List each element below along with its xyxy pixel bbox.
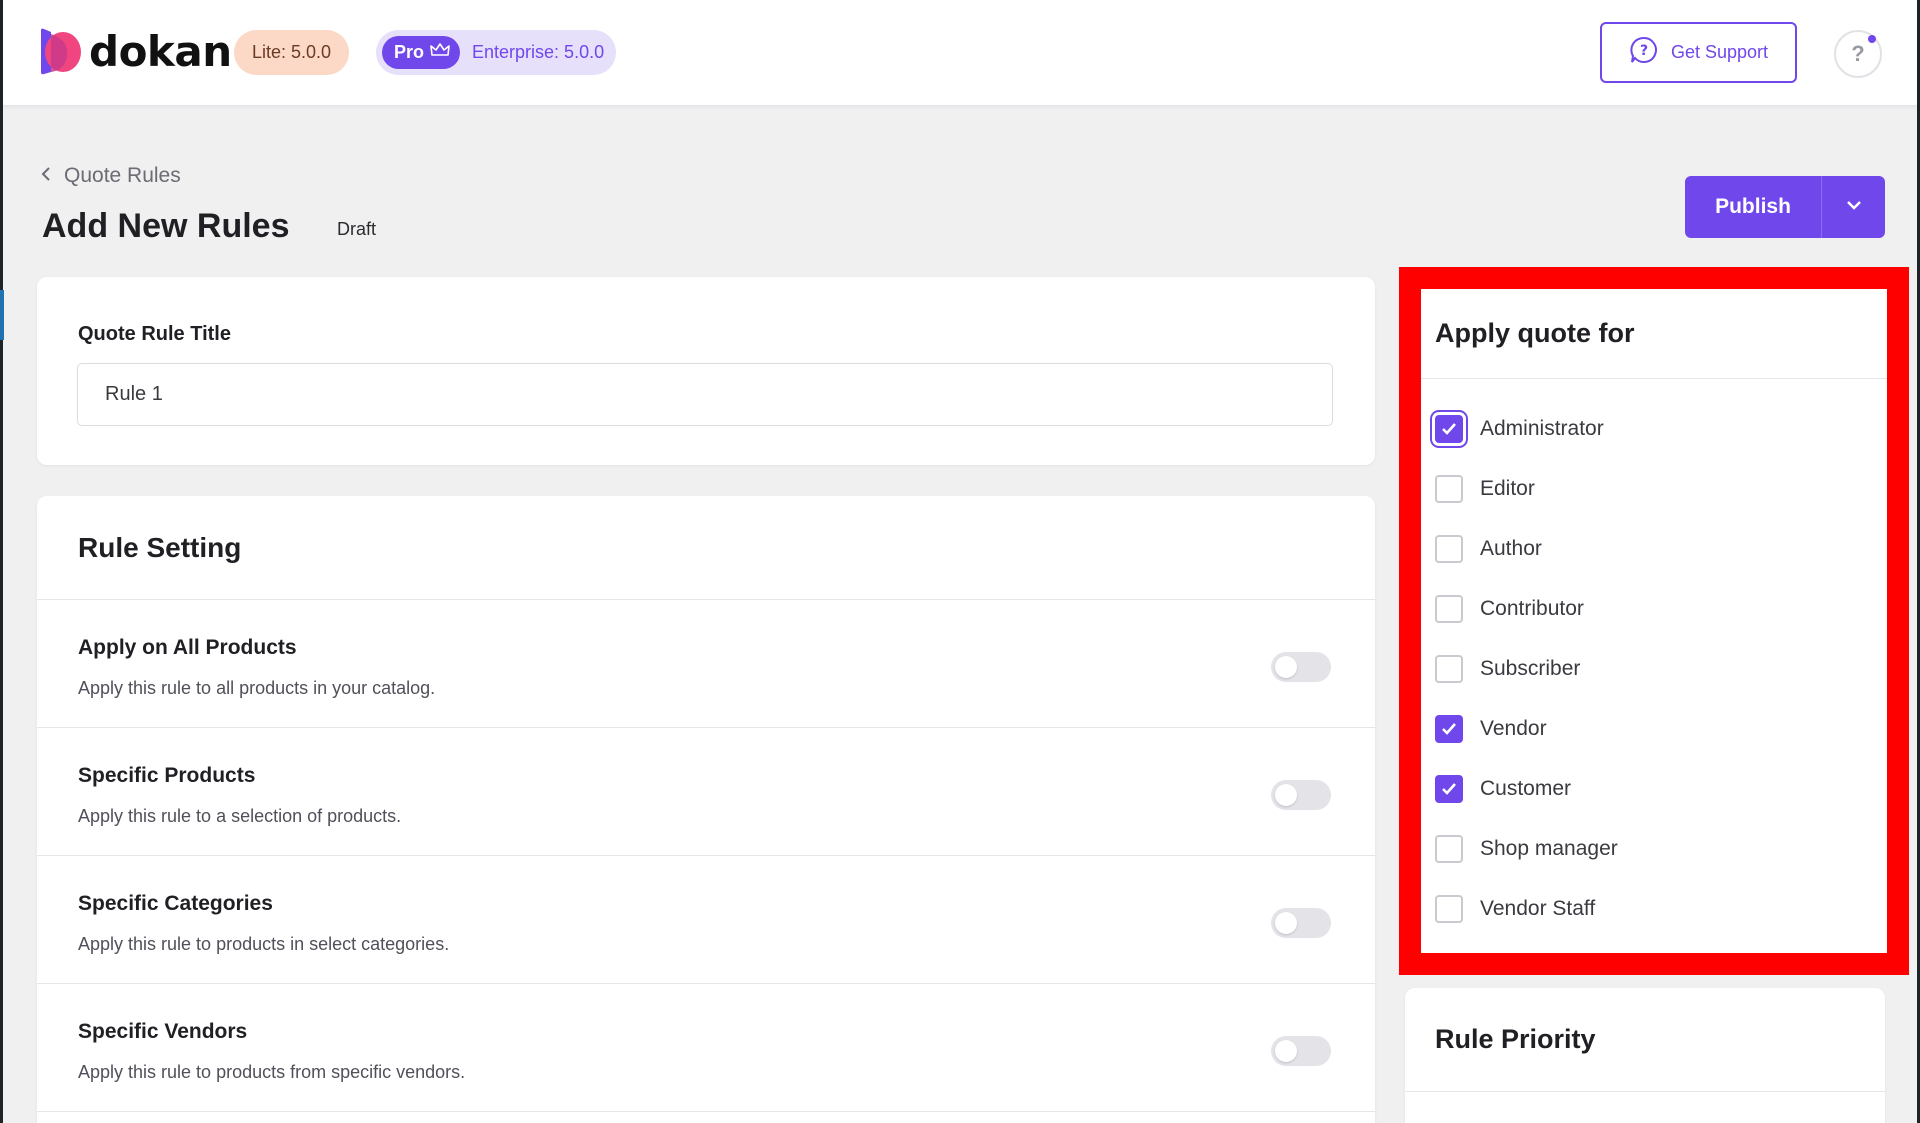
check-icon	[1442, 783, 1456, 795]
shop-manager-checkbox[interactable]	[1435, 835, 1463, 863]
editor-checkbox[interactable]	[1435, 475, 1463, 503]
specific-categories-toggle[interactable]	[1271, 908, 1331, 938]
role-label: Vendor Staff	[1480, 897, 1596, 920]
role-label: Contributor	[1480, 597, 1584, 620]
crown-icon	[430, 42, 450, 63]
all-products-toggle[interactable]	[1271, 652, 1331, 682]
role-item-editor[interactable]: Editor	[1421, 459, 1887, 519]
administrator-checkbox[interactable]	[1435, 415, 1463, 443]
apply-quote-for-heading: Apply quote for	[1421, 289, 1887, 379]
role-label: Customer	[1480, 777, 1572, 800]
role-label: Shop manager	[1480, 837, 1618, 860]
publish-button-group: Publish	[1685, 176, 1885, 238]
role-item-vendor-staff[interactable]: Vendor Staff	[1421, 879, 1887, 939]
enterprise-version-label: Enterprise: 5.0.0	[472, 42, 605, 62]
check-icon	[1442, 723, 1456, 735]
svg-text:?: ?	[1640, 43, 1648, 59]
chevron-left-icon	[40, 164, 52, 188]
toggle-knob	[1275, 912, 1297, 934]
check-icon	[1442, 423, 1456, 435]
rule-row-all-products: Apply on All Products Apply this rule to…	[37, 600, 1375, 728]
support-chat-icon: ?	[1629, 35, 1659, 70]
pro-badge-label: Pro	[394, 42, 425, 62]
rule-row-title: Specific Vendors	[78, 1020, 248, 1043]
rule-row-description: Apply this rule to all products in your …	[78, 678, 436, 698]
left-edge-marker	[0, 290, 4, 340]
left-edge	[0, 0, 3, 1123]
role-item-shop-manager[interactable]: Shop manager	[1421, 819, 1887, 879]
rule-row-specific-vendors: Specific Vendors Apply this rule to prod…	[37, 984, 1375, 1112]
rule-priority-card: Rule Priority	[1405, 988, 1885, 1123]
role-item-customer[interactable]: Customer	[1421, 759, 1887, 819]
toggle-knob	[1275, 784, 1297, 806]
role-label: Administrator	[1480, 417, 1604, 440]
breadcrumb-quote-rules[interactable]: Quote Rules	[64, 164, 181, 188]
specific-vendors-toggle[interactable]	[1271, 1036, 1331, 1066]
rule-row-description: Apply this rule to a selection of produc…	[78, 806, 402, 826]
quote-rule-title-input[interactable]	[77, 363, 1333, 426]
get-support-label: Get Support	[1670, 42, 1769, 62]
role-label: Author	[1480, 537, 1542, 560]
role-item-vendor[interactable]: Vendor	[1421, 699, 1887, 759]
subscriber-checkbox[interactable]	[1435, 655, 1463, 683]
status-badge: Draft	[337, 219, 377, 239]
breadcrumb[interactable]: Quote Rules	[40, 164, 181, 188]
role-item-subscriber[interactable]: Subscriber	[1421, 639, 1887, 699]
quote-rule-title-label: Quote Rule Title	[78, 323, 231, 345]
page-title: Add New Rules	[42, 207, 290, 245]
help-icon: ?	[1851, 41, 1865, 66]
role-item-author[interactable]: Author	[1421, 519, 1887, 579]
contributor-checkbox[interactable]	[1435, 595, 1463, 623]
publish-button[interactable]: Publish	[1685, 176, 1821, 238]
get-support-button[interactable]: ? Get Support	[1600, 22, 1797, 83]
toggle-knob	[1275, 1040, 1297, 1062]
author-checkbox[interactable]	[1435, 535, 1463, 563]
rule-row-specific-products: Specific Products Apply this rule to a s…	[37, 728, 1375, 856]
rule-row-description: Apply this rule to products in select ca…	[78, 934, 450, 954]
role-label: Editor	[1480, 477, 1535, 500]
help-button[interactable]: ?	[1834, 30, 1882, 78]
apply-quote-for-card: Apply quote for Administrator Editor Aut…	[1421, 289, 1887, 953]
dokan-logo-text: dokan	[89, 26, 232, 76]
role-checkbox-list: Administrator Editor Author Contributor …	[1421, 379, 1887, 939]
quote-rule-title-card: Quote Rule Title	[37, 277, 1375, 465]
rule-row-title: Specific Categories	[78, 892, 273, 915]
customer-checkbox[interactable]	[1435, 775, 1463, 803]
role-label: Vendor	[1480, 717, 1547, 740]
role-item-contributor[interactable]: Contributor	[1421, 579, 1887, 639]
specific-products-toggle[interactable]	[1271, 780, 1331, 810]
toggle-knob	[1275, 656, 1297, 678]
dokan-logo-icon	[39, 26, 83, 76]
notification-dot	[1868, 35, 1876, 43]
chevron-down-icon	[1845, 198, 1863, 216]
dokan-logo[interactable]: dokan	[39, 26, 232, 76]
role-item-administrator[interactable]: Administrator	[1421, 399, 1887, 459]
vendor-checkbox[interactable]	[1435, 715, 1463, 743]
rule-row-description: Apply this rule to products from specifi…	[78, 1062, 466, 1082]
publish-options-toggle[interactable]	[1821, 176, 1885, 238]
rule-setting-card: Rule Setting Apply on All Products Apply…	[37, 496, 1375, 1123]
rule-row-title: Specific Products	[78, 764, 256, 787]
role-label: Subscriber	[1480, 657, 1581, 680]
top-bar: dokan Lite: 5.0.0 Pro Enterprise: 5.0.0 …	[3, 0, 1917, 106]
rule-row-specific-categories: Specific Categories Apply this rule to p…	[37, 856, 1375, 984]
rule-setting-heading: Rule Setting	[37, 496, 1375, 600]
pro-version-badge: Pro Enterprise: 5.0.0	[376, 30, 617, 75]
rule-priority-heading: Rule Priority	[1405, 988, 1885, 1092]
rule-row-title: Apply on All Products	[78, 636, 297, 659]
pro-badge: Pro	[382, 36, 461, 69]
lite-version-badge: Lite: 5.0.0	[234, 30, 350, 75]
vendor-staff-checkbox[interactable]	[1435, 895, 1463, 923]
